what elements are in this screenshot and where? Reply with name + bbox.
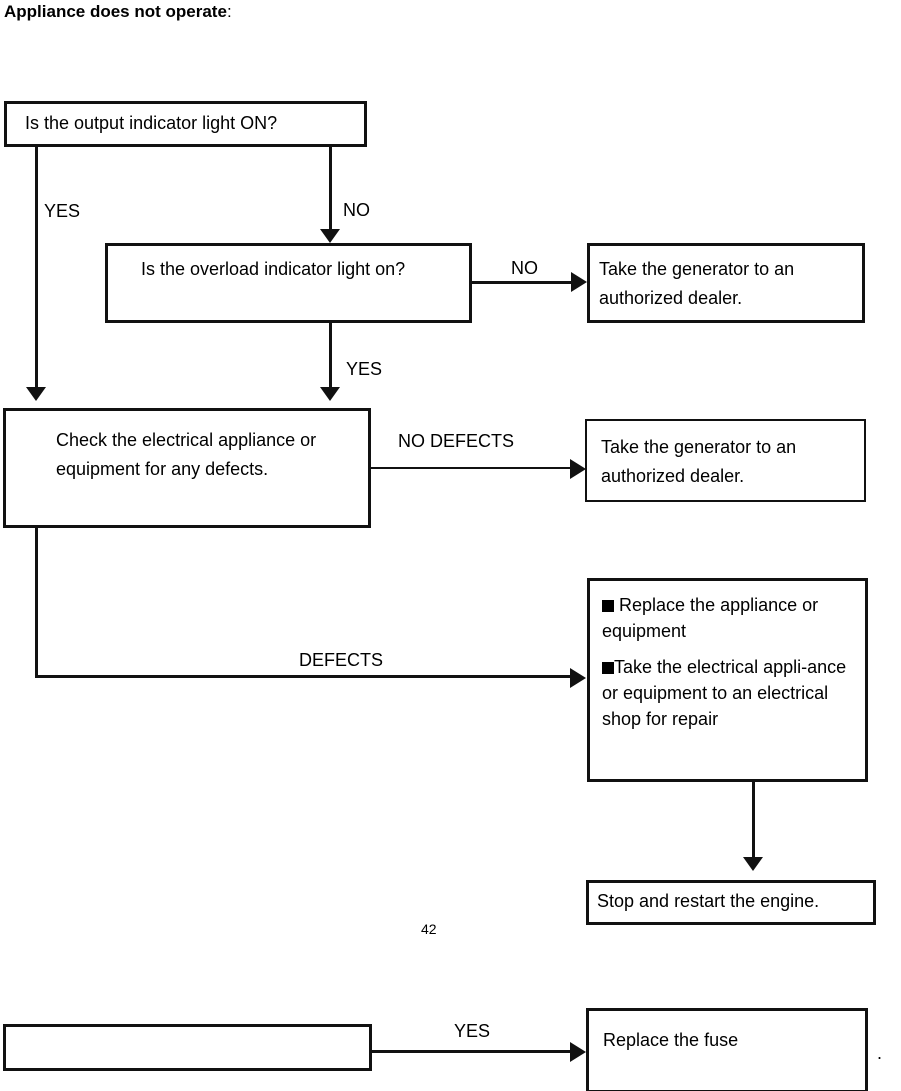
edge-fuse-yes-line [372,1050,574,1053]
node-overload-indicator: Is the overload indicator light on? [105,243,472,323]
node-replace-fuse: Replace the fuse [586,1008,868,1091]
node-repair-actions-list: Replace the appliance or equipment Take … [590,581,865,732]
edge-no-defects-arrowhead [570,459,586,479]
node-dealer-2: Take the generator to an authorized deal… [585,419,866,502]
edge-fuse-yes-arrowhead [570,1042,586,1062]
flowchart-page: Appliance does not operate: Is the outpu… [0,0,901,1091]
edge-label-yes-fuse: YES [454,1021,491,1041]
edge-label-no-top: NO [343,200,370,220]
bullet-item-2: Take the electrical appli-ance or equipm… [602,654,857,732]
page-title-suffix: : [226,2,232,21]
node-replace-fuse-label: Replace the fuse [603,1030,739,1050]
node-output-indicator: Is the output indicator light ON? [4,101,367,147]
bullet-item-1-label: Replace the appliance or equipment [602,595,819,641]
node-overload-indicator-label: Is the overload indicator light on? [141,259,406,279]
edge-defects-arrowhead [570,668,586,688]
node-dealer-1-label: Take the generator to an authorized deal… [599,259,795,308]
node-dealer-2-label: Take the generator to an authorized deal… [601,437,797,486]
trailing-period: . [877,1043,883,1063]
node-repair-actions: Replace the appliance or equipment Take … [587,578,868,782]
edge-label-no-overload: NO [511,258,538,278]
edge-defects-vline [35,528,38,678]
edge-overload-no-arrowhead [571,272,587,292]
edge-label-yes-overload: YES [346,359,383,379]
edge-output-no-arrowhead [320,229,340,243]
edge-output-yes-arrowhead [26,387,46,401]
edge-label-defects: DEFECTS [299,650,384,670]
node-check-appliance-label: Check the electrical appliance or equipm… [56,430,317,479]
edge-overload-yes-line [329,323,332,387]
bullet-item-1: Replace the appliance or equipment [602,592,857,644]
edge-no-defects-line [371,467,574,469]
edge-repair-to-stop-arrowhead [743,857,763,871]
edge-output-no-line [329,146,332,231]
bullet-item-2-label: Take the electrical appli-ance or equipm… [602,657,847,729]
edge-repair-to-stop-line [752,782,755,857]
edge-label-no-defects: NO DEFECTS [398,431,515,451]
node-check-appliance: Check the electrical appliance or equipm… [3,408,371,528]
edge-label-yes-left: YES [44,201,81,221]
node-output-indicator-label: Is the output indicator light ON? [25,113,278,133]
edge-overload-no-line [472,281,573,284]
node-stop-restart: Stop and restart the engine. [586,880,876,925]
edge-defects-hline [35,675,573,678]
node-empty [3,1024,372,1071]
square-bullet-icon [602,600,614,612]
edge-overload-yes-arrowhead [320,387,340,401]
square-bullet-icon [602,662,614,674]
node-dealer-1: Take the generator to an authorized deal… [587,243,865,323]
edge-output-yes-line [35,146,38,387]
page-number: 42 [421,921,437,937]
page-title: Appliance does not operate: [4,0,232,24]
node-stop-restart-label: Stop and restart the engine. [597,891,820,911]
page-title-bold: Appliance does not operate [4,2,227,21]
